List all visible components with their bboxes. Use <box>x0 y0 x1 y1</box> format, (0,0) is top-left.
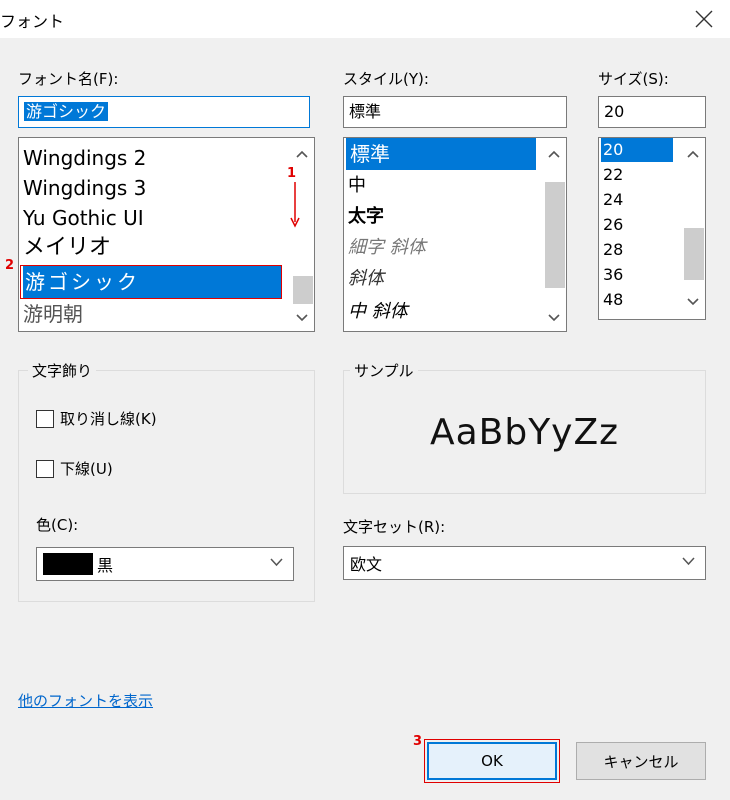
size-list-item[interactable]: 36 <box>603 263 623 287</box>
cancel-button[interactable]: キャンセル <box>576 742 706 780</box>
scroll-down-arrow[interactable] <box>290 306 314 330</box>
font-name-list[interactable]: Wingdings 2 Wingdings 3 Yu Gothic UI メイリ… <box>18 137 315 332</box>
annotation-step-2: 2 <box>5 258 15 273</box>
effects-group-title: 文字飾り <box>28 360 97 381</box>
style-label: スタイル(Y): <box>343 70 429 88</box>
sample-preview-text: AaBbYyZz <box>429 412 620 453</box>
font-list-item[interactable]: Wingdings 2 <box>23 142 146 174</box>
chevron-up-icon <box>687 150 699 158</box>
size-list-scrollbar[interactable] <box>681 138 705 319</box>
font-list-item[interactable]: 游明朝 <box>23 298 83 330</box>
charset-value: 欧文 <box>350 555 383 574</box>
font-name-label: フォント名(F): <box>18 70 119 88</box>
close-button[interactable] <box>682 4 726 34</box>
underline-checkbox[interactable] <box>36 459 54 478</box>
strikeout-checkbox[interactable] <box>36 409 54 428</box>
close-icon <box>695 10 713 28</box>
annotation-step-1: 1 <box>287 166 297 181</box>
size-list-item[interactable]: 26 <box>603 213 623 237</box>
color-label: 色(C): <box>36 516 79 534</box>
font-name-input-value: 游ゴシック <box>24 102 109 121</box>
scroll-down-arrow[interactable] <box>681 290 705 314</box>
color-swatch <box>43 553 93 575</box>
size-list-item[interactable]: 24 <box>603 188 623 212</box>
scroll-up-arrow[interactable] <box>542 142 566 166</box>
scroll-up-arrow[interactable] <box>681 142 705 166</box>
chevron-down-icon <box>270 558 283 567</box>
strikeout-checkbox-row[interactable]: 取り消し線(K) <box>36 408 157 429</box>
size-list-item-selected[interactable]: 20 <box>601 138 673 162</box>
font-list-item[interactable]: Yu Gothic UI <box>23 202 144 234</box>
chevron-down-icon <box>296 314 308 322</box>
scroll-thumb[interactable] <box>545 182 565 288</box>
style-list[interactable]: 標準 中 太字 細字 斜体 斜体 中 斜体 <box>343 137 567 332</box>
color-value: 黒 <box>97 556 114 575</box>
underline-checkbox-row[interactable]: 下線(U) <box>36 458 113 479</box>
chevron-down-icon <box>548 314 560 322</box>
annotation-step-3: 3 <box>413 734 423 749</box>
scroll-thumb[interactable] <box>293 276 313 304</box>
scroll-thumb[interactable] <box>684 228 704 280</box>
scroll-up-arrow[interactable] <box>290 142 314 166</box>
style-list-item[interactable]: 太字 <box>348 201 384 233</box>
charset-label: 文字セット(R): <box>343 518 446 536</box>
size-input[interactable]: 20 <box>598 96 706 128</box>
size-list-item[interactable]: 28 <box>603 238 623 262</box>
underline-label: 下線(U) <box>60 460 113 478</box>
style-input-value: 標準 <box>349 102 382 121</box>
arrow-down-icon <box>290 182 300 228</box>
style-list-item[interactable]: 中 斜体 <box>348 296 408 328</box>
strikeout-label: 取り消し線(K) <box>60 410 157 428</box>
size-list[interactable]: 20 22 24 26 28 36 48 <box>598 137 706 320</box>
size-label: サイズ(S): <box>598 70 669 88</box>
dialog-title: フォント <box>0 12 65 31</box>
style-list-item[interactable]: 斜体 <box>348 263 384 295</box>
style-input[interactable]: 標準 <box>343 96 567 128</box>
show-more-fonts-link[interactable]: 他のフォントを表示 <box>18 690 153 711</box>
chevron-up-icon <box>548 150 560 158</box>
ok-button[interactable]: OK <box>427 742 557 780</box>
style-list-item[interactable]: 中 <box>348 170 366 202</box>
chevron-down-icon <box>687 298 699 306</box>
font-list-item-selected[interactable]: 游ゴシック <box>23 266 281 298</box>
size-list-item[interactable]: 22 <box>603 163 623 187</box>
chevron-up-icon <box>296 150 308 158</box>
style-list-item-selected[interactable]: 標準 <box>346 138 536 170</box>
style-list-item[interactable]: 細字 斜体 <box>348 232 426 264</box>
scroll-down-arrow[interactable] <box>542 306 566 330</box>
size-input-value: 20 <box>604 102 625 121</box>
title-bar <box>0 0 730 38</box>
font-list-item[interactable]: Wingdings 3 <box>23 172 146 204</box>
size-list-item[interactable]: 48 <box>603 288 623 312</box>
sample-group-title: サンプル <box>350 360 418 381</box>
chevron-down-icon <box>682 557 695 566</box>
color-dropdown[interactable]: 黒 <box>36 547 294 581</box>
font-list-item[interactable]: メイリオ <box>23 232 111 264</box>
charset-dropdown[interactable]: 欧文 <box>343 546 706 580</box>
font-name-input[interactable]: 游ゴシック <box>18 96 310 128</box>
style-list-scrollbar[interactable] <box>542 138 566 331</box>
